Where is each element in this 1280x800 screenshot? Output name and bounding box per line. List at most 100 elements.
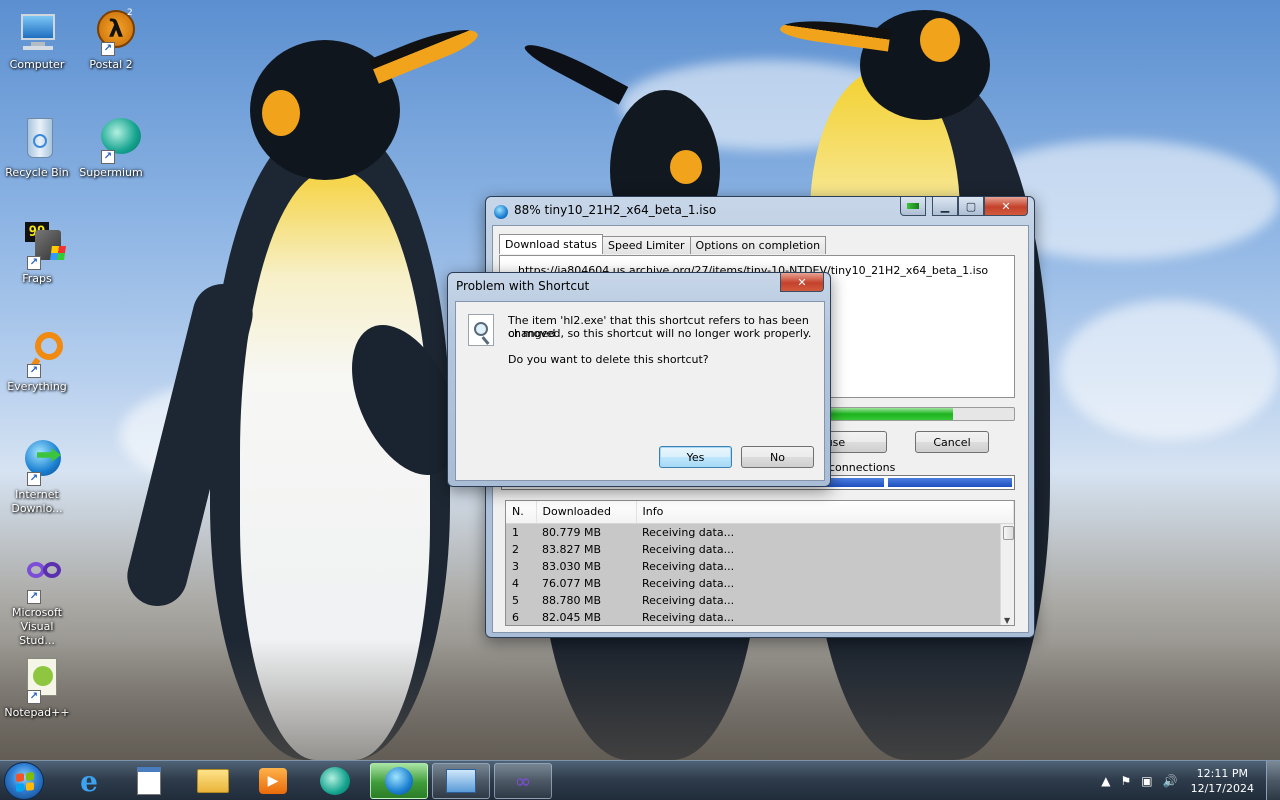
connection-segment [888,478,1012,487]
tab-options-on-completion[interactable]: Options on completion [689,236,827,254]
shortcut-search-icon [468,314,496,346]
connections-label: connections [829,461,896,474]
taskbar-supermium[interactable] [306,763,364,799]
taskbar-notepad[interactable] [120,763,178,799]
column-header-n[interactable]: N. [506,501,537,524]
table-row[interactable]: 3 83.030 MB Receiving data... [506,558,1000,575]
desktop-icon-internet-download-manager[interactable]: ↗ Internet Downlo... [0,438,74,516]
cell-n: 1 [512,526,519,539]
desktop-icon-label: Notepad++ [4,706,70,719]
desktop-icon-supermium[interactable]: ↗ Supermium [74,116,148,180]
cell-downloaded: 83.030 MB [542,560,602,573]
table-row[interactable]: 4 76.077 MB Receiving data... [506,575,1000,592]
desktop-icon-notepad-plus-plus[interactable]: ↗ Notepad++ [0,656,74,720]
visual-studio-icon: ∞ [514,769,532,793]
desktop-icon-label: Microsoft Visual Stud... [11,606,63,647]
desktop-icon-postal-2[interactable]: λ 2 ↗ Postal 2 [74,8,148,72]
fraps-icon: 99 ↗ [13,222,66,270]
clock[interactable]: 12:11 PM 12/17/2024 [1191,766,1254,796]
taskbar-internet-download-manager[interactable] [370,763,428,799]
idm-icon [385,767,413,795]
taskbar-visual-studio[interactable]: ∞ [494,763,552,799]
cell-n: 3 [512,560,519,573]
tab-download-status[interactable]: Download status [499,234,603,254]
cell-downloaded: 82.045 MB [542,611,602,624]
dialog-message-line2: or moved, so this shortcut will no longe… [508,327,812,340]
show-desktop-button[interactable] [1266,761,1280,800]
cell-info: Receiving data... [642,526,735,539]
table-row[interactable]: 5 88.780 MB Receiving data... [506,592,1000,609]
ground [0,640,1280,760]
idm-tray-button[interactable] [900,197,926,216]
minimize-icon: ▁ [940,199,950,213]
close-icon: ✕ [797,275,807,289]
visual-studio-icon: ↗ [13,556,61,604]
desktop-icon-label: Internet Downlo... [11,488,63,515]
cell-info: Receiving data... [642,611,735,624]
show-hidden-icons-icon[interactable]: ▲ [1101,774,1110,788]
table-row[interactable]: 6 82.045 MB Receiving data... [506,609,1000,625]
desktop-icon-label: Recycle Bin [5,166,69,179]
clock-time: 12:11 PM [1196,767,1248,780]
desktop-icon-visual-studio[interactable]: ↗ Microsoft Visual Stud... [0,556,74,648]
desktop-icon-label: Postal 2 [89,58,133,71]
cell-info: Receiving data... [642,560,735,573]
no-button[interactable]: No [741,446,814,468]
connections-scrollbar[interactable]: ▼ [1000,524,1014,625]
table-row[interactable]: 1 80.779 MB Receiving data... [506,524,1000,541]
notepad-icon [137,767,161,795]
column-header-info[interactable]: Info [636,501,1014,524]
recycle-bin-icon [13,116,61,164]
taskbar-control-panel[interactable] [432,763,490,799]
cell-info: Receiving data... [642,577,735,590]
desktop-icon-computer[interactable]: Computer [0,8,74,72]
idm-minimize-button[interactable]: ▁ [932,197,958,216]
scroll-down-arrow-icon[interactable]: ▼ [1004,616,1010,625]
cell-n: 6 [512,611,519,624]
notepad-plus-plus-icon: ↗ [13,656,61,704]
action-center-flag-icon[interactable]: ⚑ [1121,774,1132,788]
connections-rows: 1 80.779 MB Receiving data... 2 83.827 MB Rec… [506,524,1000,625]
taskbar: e ▶ ∞ ▲ ⚑ ▣ 🔊 12:11 PM 12/17/2024 [0,760,1280,800]
taskbar-file-explorer[interactable] [184,763,242,799]
computer-icon [13,8,61,56]
supermium-icon [320,767,350,795]
idm-icon: ↗ [13,438,61,486]
cell-downloaded: 80.779 MB [542,526,602,539]
cell-downloaded: 76.077 MB [542,577,602,590]
taskbar-internet-explorer[interactable]: e [60,763,118,799]
network-icon[interactable]: ▣ [1141,774,1152,788]
cancel-button[interactable]: Cancel [915,431,989,453]
taskbar-media-player[interactable]: ▶ [244,763,302,799]
cell-info: Receiving data... [642,543,735,556]
connections-grid: N. Downloaded Info [506,501,1014,524]
scrollbar-thumb[interactable] [1003,526,1014,540]
everything-search-icon: ↗ [13,330,63,378]
maximize-icon: ▢ [965,199,977,213]
desktop-icon-fraps[interactable]: 99 ↗ Fraps [0,222,74,286]
clock-date: 12/17/2024 [1190,782,1254,795]
idm-window-title: 88% tiny10_21H2_x64_beta_1.iso [514,203,717,217]
idm-window-icon [494,205,508,219]
close-icon: ✕ [1001,199,1011,213]
cell-downloaded: 88.780 MB [542,594,602,607]
cell-downloaded: 83.827 MB [542,543,602,556]
table-row[interactable]: 2 83.827 MB Receiving data... [506,541,1000,558]
dialog-question: Do you want to delete this shortcut? [508,353,709,366]
desktop-icon-label: Everything [7,380,67,393]
column-header-downloaded[interactable]: Downloaded [536,501,637,524]
desktop-icon-label: Computer [9,58,65,71]
desktop-icon-label: Fraps [22,272,52,285]
control-panel-icon [446,769,476,793]
desktop-icon-recycle-bin[interactable]: Recycle Bin [0,116,74,180]
yes-button[interactable]: Yes [659,446,732,468]
cell-n: 4 [512,577,519,590]
idm-maximize-button[interactable]: ▢ [958,197,984,216]
start-button[interactable] [4,762,44,800]
cell-n: 5 [512,594,519,607]
dialog-close-button[interactable]: ✕ [780,273,824,292]
desktop-icon-everything[interactable]: ↗ Everything [0,330,74,394]
idm-close-button[interactable]: ✕ [984,197,1028,216]
tab-speed-limiter[interactable]: Speed Limiter [601,236,691,254]
volume-icon[interactable]: 🔊 [1163,774,1178,788]
